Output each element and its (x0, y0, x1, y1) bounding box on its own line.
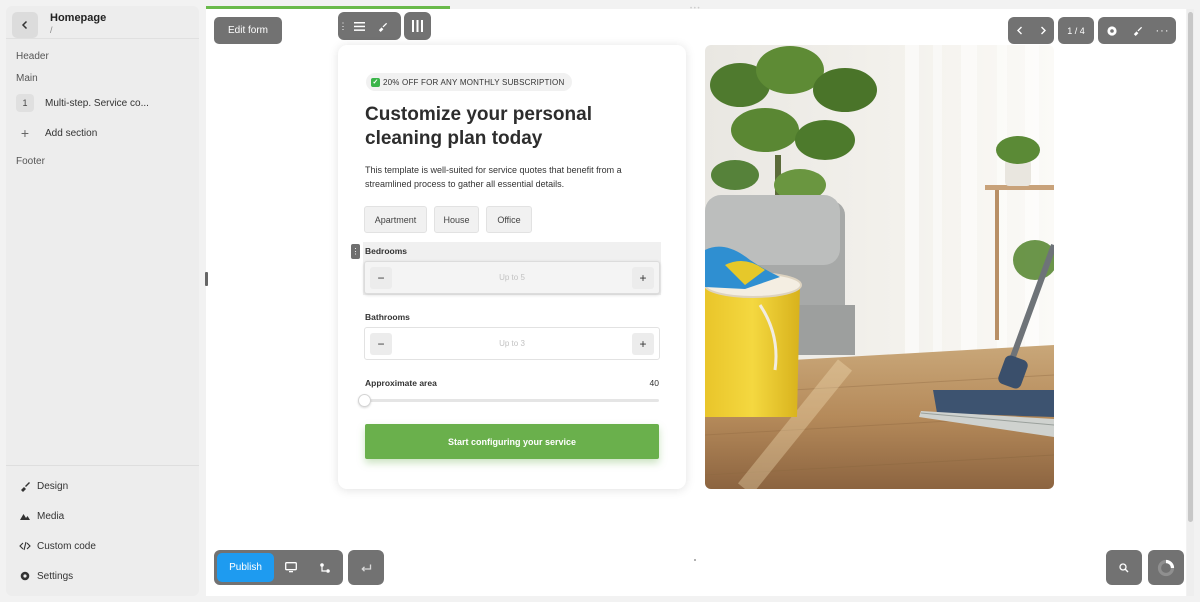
search-button[interactable] (1106, 550, 1142, 585)
menu-custom-code[interactable]: Custom code (18, 539, 96, 553)
next-slide-button[interactable] (1031, 17, 1054, 44)
gear-icon (1106, 25, 1117, 36)
edit-form-button[interactable]: Edit form (214, 17, 282, 44)
sidebar-header: Homepage / (6, 6, 199, 39)
field-drag-handle[interactable]: ⋮ (351, 244, 360, 259)
menu-settings-label: Settings (37, 570, 74, 582)
drag-dots[interactable]: • • • (690, 6, 700, 12)
area-value: 40 (649, 378, 659, 388)
section-header[interactable]: Header (16, 51, 49, 62)
search-icon (1119, 562, 1129, 572)
structure-button[interactable] (308, 550, 342, 585)
check-icon: ✓ (371, 77, 380, 87)
block-drag-handle[interactable]: ⋮ (338, 12, 348, 40)
columns-button[interactable] (404, 12, 431, 40)
bathrooms-stepper: − Up to 3 + (364, 327, 660, 360)
desktop-preview-button[interactable] (274, 550, 308, 585)
main-item-multistep[interactable]: 1 Multi-step. Service co... (16, 94, 149, 112)
gear-icon (18, 569, 32, 583)
area-slider-knob[interactable] (358, 394, 371, 407)
page-title: Homepage (50, 12, 107, 24)
menu-settings[interactable]: Settings (18, 569, 73, 583)
center-dot (694, 559, 696, 561)
sidebar-bottom-menu: Design Media Custom code Settings (6, 465, 199, 596)
menu-media-label: Media (37, 510, 65, 522)
form-headline: Customize your personal cleaning plan to… (365, 104, 592, 149)
style-brush-icon[interactable] (370, 12, 395, 40)
bedrooms-stepper: − Up to 5 + (364, 261, 660, 294)
help-button[interactable] (1148, 550, 1184, 585)
load-progress-bar (206, 6, 450, 9)
undo-button[interactable] (348, 550, 384, 585)
menu-design[interactable]: Design (18, 479, 68, 493)
desktop-icon (285, 562, 297, 573)
code-icon (18, 539, 32, 553)
bedrooms-label: Bedrooms (365, 246, 408, 256)
bathrooms-placeholder[interactable]: Up to 3 (365, 339, 659, 348)
brush-icon (18, 479, 32, 493)
section-main[interactable]: Main (16, 73, 38, 84)
settings-button[interactable] (1098, 17, 1125, 44)
more-options-icon[interactable]: ··· (1149, 17, 1176, 44)
sidebar-resize-handle[interactable] (205, 272, 208, 286)
scrollbar-thumb[interactable] (1188, 12, 1193, 522)
promo-badge: ✓ 20% OFF FOR ANY MONTHLY SUBSCRIPTION (366, 73, 573, 91)
form-card: ✓ 20% OFF FOR ANY MONTHLY SUBSCRIPTION C… (338, 45, 686, 489)
undo-icon (361, 564, 372, 572)
block-toolbar: ⋮ (338, 12, 401, 40)
publish-button[interactable]: Publish (217, 553, 274, 582)
bedrooms-placeholder[interactable]: Up to 5 (365, 273, 659, 282)
chevron-left-icon (21, 20, 28, 30)
menu-design-label: Design (37, 480, 69, 492)
page-path: / (50, 25, 53, 35)
slide-nav (1008, 17, 1054, 44)
mountain-icon (18, 509, 32, 523)
option-office[interactable]: Office (486, 206, 532, 233)
slide-counter: 1 / 4 (1058, 17, 1094, 44)
menu-media[interactable]: Media (18, 509, 64, 523)
columns-icon (412, 20, 423, 32)
start-configuring-button[interactable]: Start configuring your service (365, 424, 659, 459)
align-icon[interactable] (348, 12, 370, 40)
tree-structure-icon (320, 562, 330, 573)
menu-custom-code-label: Custom code (37, 540, 96, 552)
bathrooms-increment-button[interactable]: + (632, 333, 654, 355)
bottom-left-toolbar: Publish (214, 550, 343, 585)
add-section-label: Add section (45, 127, 98, 139)
bathrooms-label: Bathrooms (365, 312, 410, 322)
chevron-left-icon (1016, 26, 1022, 35)
form-description: This template is well-suited for service… (365, 165, 622, 189)
back-button[interactable] (12, 12, 38, 38)
prev-slide-button[interactable] (1008, 17, 1031, 44)
option-house[interactable]: House (434, 206, 479, 233)
plus-icon: + (20, 125, 30, 141)
add-section-button[interactable]: + Add section (16, 125, 97, 141)
promo-text: 20% OFF FOR ANY MONTHLY SUBSCRIPTION (383, 77, 565, 87)
progress-ring-icon (1157, 559, 1175, 576)
sidebar: Homepage / Header Main 1 Multi-step. Ser… (6, 6, 199, 596)
area-label: Approximate area (365, 378, 437, 388)
bedrooms-increment-button[interactable]: + (632, 267, 654, 289)
item-number-badge: 1 (16, 94, 34, 112)
chevron-right-icon (1040, 26, 1046, 35)
section-toolbar: ··· (1098, 17, 1176, 44)
main-item-label: Multi-step. Service co... (45, 97, 149, 109)
brush-icon (1133, 26, 1142, 36)
option-apartment[interactable]: Apartment (364, 206, 427, 233)
area-slider-track[interactable] (365, 399, 659, 402)
section-style-button[interactable] (1125, 17, 1149, 44)
cleaning-photo (705, 45, 1054, 489)
section-footer[interactable]: Footer (16, 156, 45, 167)
